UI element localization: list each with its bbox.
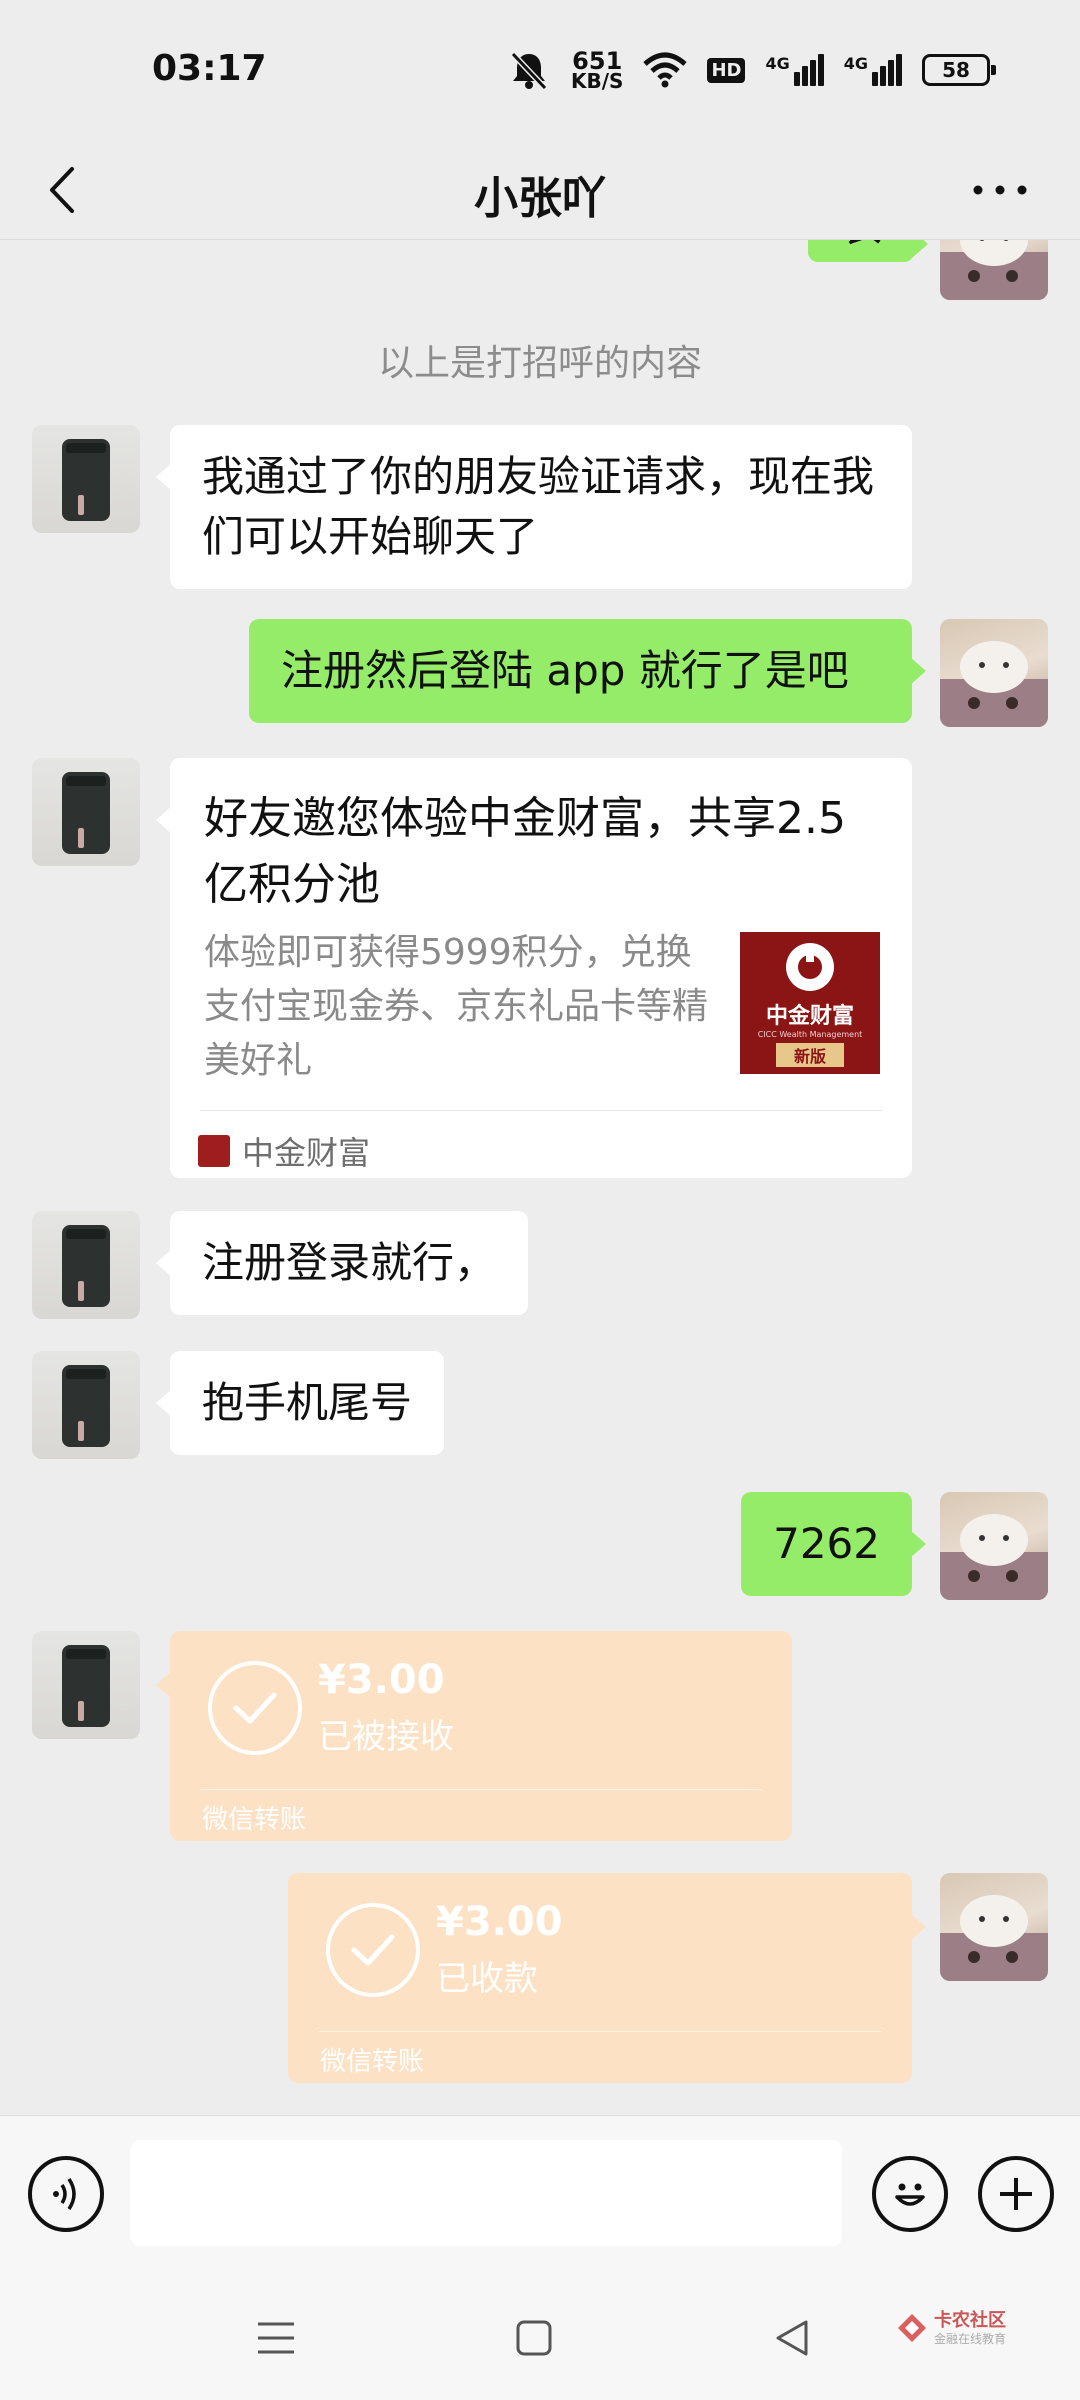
- signal-1-label: 4G: [765, 54, 790, 73]
- status-icons: 651 KB/S HD 4G 4G 58: [507, 48, 996, 93]
- transfer-footer: 微信转账: [202, 1805, 307, 1835]
- watermark-name: 卡农社区: [934, 2310, 1006, 2331]
- signal-2-icon: 4G: [844, 54, 902, 86]
- avatar-me[interactable]: [940, 1873, 1048, 1981]
- avatar-me[interactable]: [940, 619, 1048, 727]
- transfer-status: 已收款: [436, 1959, 538, 1999]
- source-logo-icon: [198, 1135, 230, 1167]
- emoji-button[interactable]: [872, 2156, 948, 2232]
- card-title: 好友邀您体验中金财富，共享2.5亿积分池: [204, 793, 846, 910]
- chat-title: 小张吖: [474, 173, 606, 224]
- transfer-status: 已被接收: [318, 1717, 454, 1757]
- transfer-amount: ¥3.00: [318, 1657, 445, 1703]
- card-source: 中金财富: [198, 1128, 370, 1174]
- signal-1-icon: 4G: [765, 54, 824, 86]
- chat-header: 小张吖: [0, 140, 1080, 240]
- emoji-icon: [895, 2183, 925, 2206]
- watermark-logo-icon: [898, 2314, 926, 2342]
- more-dots-icon: [973, 185, 1027, 195]
- avatar-friend[interactable]: [32, 1351, 140, 1459]
- battery-icon: 58: [922, 54, 996, 86]
- message-bubble[interactable]: 抱手机尾号: [155, 1351, 445, 1455]
- status-time: 03:17: [152, 48, 267, 89]
- hd-badge: HD: [707, 57, 746, 83]
- card-divider: [200, 1110, 882, 1111]
- check-circle-icon: [326, 1903, 420, 1997]
- message-text: 我通过了你的朋友验证请求，现在我们可以开始聊天了: [202, 452, 875, 561]
- message-text: 7262: [773, 1519, 880, 1568]
- avatar-friend[interactable]: [32, 1631, 140, 1739]
- avatar-me[interactable]: [940, 1492, 1048, 1600]
- chat-area[interactable]: 衣 以上是打招呼的内容 我通过了你的朋友验证请求，现在我们可以开始聊天了 注册然…: [0, 240, 1080, 2115]
- more-button[interactable]: [960, 158, 1040, 222]
- net-speed: 651 KB/S: [571, 49, 624, 93]
- transfer-card-received[interactable]: ¥3.00 已被接收 微信转账: [156, 1631, 792, 1841]
- menu-icon: [258, 2322, 294, 2354]
- watermark: 卡农社区 金融在线教育: [896, 2310, 1006, 2346]
- avatar-friend[interactable]: [32, 1211, 140, 1319]
- wifi-icon: [643, 52, 688, 88]
- nav-back-button[interactable]: [764, 2310, 820, 2366]
- message-bubble[interactable]: 注册然后登陆 app 就行了是吧: [249, 619, 926, 723]
- avatar-me[interactable]: [940, 240, 1048, 300]
- transfer-amount: ¥3.00: [436, 1899, 563, 1945]
- net-speed-unit: KB/S: [571, 69, 624, 93]
- plus-icon: [1000, 2178, 1032, 2210]
- card-thumbnail: 中金财富 CICC Wealth Management 新版: [740, 932, 880, 1074]
- voice-icon: [53, 2178, 76, 2210]
- back-triangle-icon: [776, 2320, 808, 2356]
- voice-button[interactable]: [28, 2156, 104, 2232]
- card-thumb-badge: 新版: [775, 1042, 844, 1067]
- message-bubble[interactable]: 7262: [741, 1492, 926, 1596]
- message-input[interactable]: [130, 2140, 842, 2246]
- card-source-name: 中金财富: [242, 1134, 371, 1172]
- card-thumb-sub: CICC Wealth Management: [757, 1029, 863, 1039]
- link-card[interactable]: 好友邀您体验中金财富，共享2.5亿积分池 体验即可获得5999积分，兑换支付宝现…: [156, 758, 912, 1178]
- system-nav-bar: 卡农社区 金融在线教育: [0, 2270, 1080, 2400]
- message-text: 注册登录就行，: [202, 1238, 497, 1287]
- card-description: 体验即可获得5999积分，兑换支付宝现金券、京东礼品卡等精美好礼: [204, 932, 709, 1081]
- input-bar: [0, 2115, 1080, 2270]
- check-circle-icon: [208, 1661, 302, 1755]
- watermark-sub: 金融在线教育: [934, 2332, 1007, 2346]
- message-bubble[interactable]: 我通过了你的朋友验证请求，现在我们可以开始聊天了: [156, 425, 912, 589]
- avatar-friend[interactable]: [32, 425, 140, 533]
- battery-level: 58: [942, 58, 970, 82]
- transfer-card-collected[interactable]: ¥3.00 已收款 微信转账: [288, 1873, 926, 2083]
- signal-2-label: 4G: [843, 54, 868, 73]
- card-thumb-brand: 中金财富: [765, 1003, 854, 1029]
- message-text: 抱手机尾号: [202, 1378, 413, 1427]
- avatar-friend[interactable]: [32, 758, 140, 866]
- message-text: 注册然后登陆 app 就行了是吧: [281, 646, 849, 695]
- cicc-logo-icon: [786, 942, 834, 991]
- transfer-divider: [318, 2031, 882, 2032]
- message-bubble[interactable]: 注册登录就行，: [155, 1211, 529, 1315]
- nav-menu-button[interactable]: [248, 2310, 304, 2366]
- transfer-footer: 微信转账: [320, 2047, 425, 2077]
- status-bar: 03:17 651 KB/S HD 4G 4G 58: [0, 0, 1080, 140]
- nav-home-button[interactable]: [506, 2310, 562, 2366]
- system-notice: 以上是打招呼的内容: [377, 343, 702, 384]
- home-square-icon: [516, 2320, 552, 2356]
- transfer-divider: [200, 1789, 762, 1790]
- message-bubble-partial[interactable]: 衣: [807, 240, 929, 262]
- mute-bell-icon: [507, 50, 551, 90]
- message-text: 衣: [840, 240, 882, 251]
- plus-button[interactable]: [978, 2156, 1054, 2232]
